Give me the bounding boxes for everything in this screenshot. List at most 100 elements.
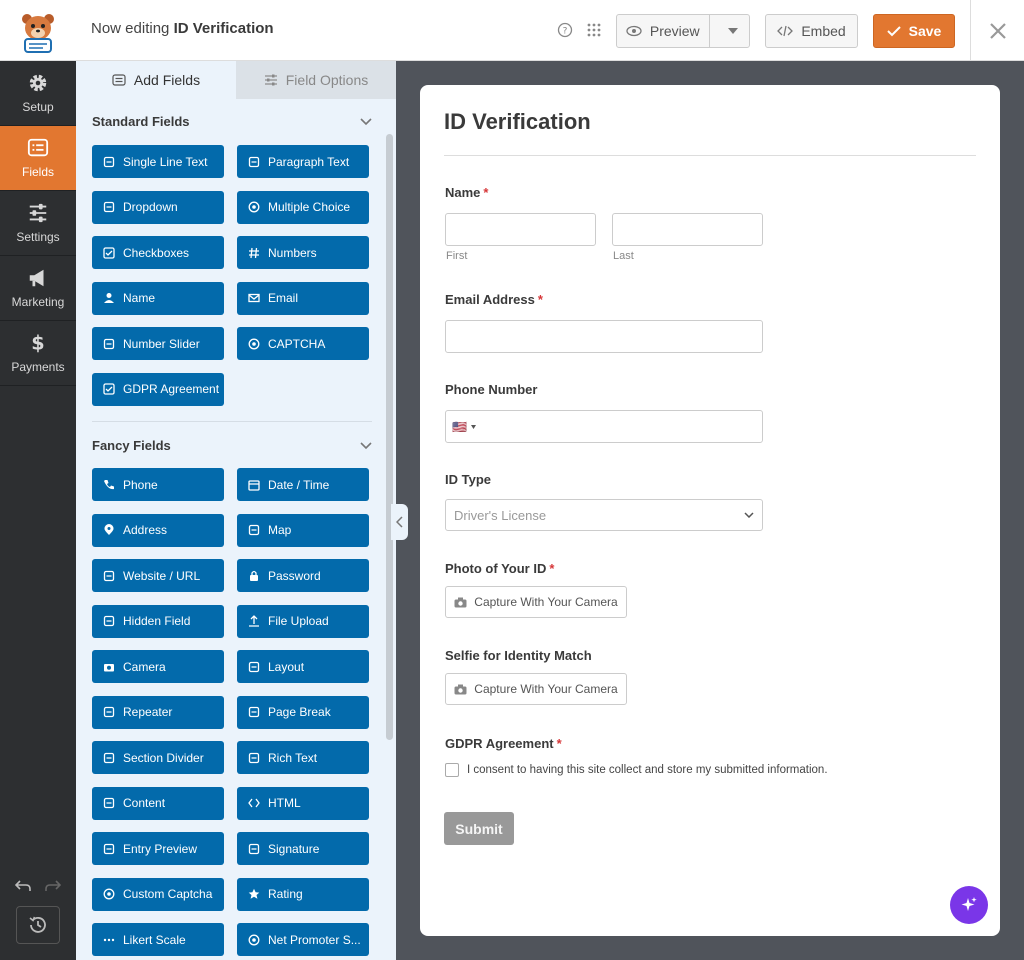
field-button-file-upload[interactable]: File Upload [237,604,369,638]
field-button-single-line-text[interactable]: Single Line Text [92,145,224,178]
field-button-number-slider[interactable]: Number Slider [92,327,224,360]
field-button-entry-preview[interactable]: Entry Preview [92,832,224,865]
photo-field-label[interactable]: Photo of Your ID * [445,561,554,576]
field-button-label: Paragraph Text [268,154,350,169]
phone-icon [104,479,114,489]
nav-marketing[interactable]: Marketing [0,256,76,321]
sliders-icon [103,338,115,349]
field-button-dropdown[interactable]: Dropdown [92,190,224,224]
submit-button[interactable]: Submit [444,812,514,845]
field-button-rating[interactable]: Rating [237,877,369,911]
selfie-label-text: Selfie for Identity Match [445,648,592,663]
preview-button[interactable]: Preview [616,14,750,48]
photo-capture-button[interactable]: Capture With Your Camera [445,586,627,618]
nav-setup[interactable]: Setup [0,61,76,126]
tab-field-options[interactable]: Field Options [236,61,396,99]
first-name-input[interactable] [445,213,596,246]
idtype-field-label[interactable]: ID Type [445,472,491,487]
field-button-website-url[interactable]: Website / URL [92,559,224,592]
ai-assistant-button[interactable] [950,886,988,924]
us-flag-icon[interactable]: 🇺🇸 [452,420,467,434]
save-button[interactable]: Save [873,14,955,48]
nav-settings[interactable]: Settings [0,191,76,256]
preview-main[interactable]: Preview [617,15,710,47]
selfie-field-label[interactable]: Selfie for Identity Match [445,648,592,663]
field-button-address[interactable]: Address [92,513,224,547]
field-button-content[interactable]: Content [92,786,224,820]
redo-icon[interactable] [45,879,61,893]
field-button-date-time[interactable]: Date / Time [237,468,369,501]
idtype-selected-value: Driver's License [454,507,547,523]
file-text-icon [103,843,115,854]
eye-slash-icon [103,615,115,627]
close-button[interactable] [970,0,1024,61]
phone-field-label[interactable]: Phone Number [445,382,537,397]
bear-logo-icon [22,13,54,53]
field-button-map[interactable]: Map [237,513,369,547]
field-button-multiple-choice[interactable]: Multiple Choice [237,190,369,224]
phone-input[interactable]: 🇺🇸 [445,410,763,443]
field-button-captcha[interactable]: CAPTCHA [237,327,369,360]
map-pin-icon [104,524,114,535]
gdpr-consent-row[interactable]: I consent to having this site collect an… [445,763,828,777]
field-button-phone[interactable]: Phone [92,468,224,501]
idtype-select[interactable]: Driver's License [445,499,763,531]
field-button-layout[interactable]: Layout [237,650,369,683]
grid-dots-icon[interactable] [586,22,602,38]
chevron-down-icon [360,441,372,449]
fancy-fields-header[interactable]: Fancy Fields [92,438,372,453]
help-icon[interactable]: ? [557,22,573,38]
field-button-email[interactable]: Email [237,281,369,315]
field-button-camera[interactable]: Camera [92,650,224,683]
nav-fields[interactable]: Fields [0,126,76,191]
revisions-button[interactable] [16,906,60,944]
file-image-icon [103,797,115,809]
standard-fields-header[interactable]: Standard Fields [92,114,372,129]
tab-add-fields[interactable]: Add Fields [76,61,236,99]
history-icon [29,916,46,933]
field-button-rich-text[interactable]: Rich Text [237,741,369,774]
field-button-label: Date / Time [268,477,330,492]
gdpr-checkbox[interactable] [445,763,459,777]
panel-scrollbar[interactable] [386,134,393,740]
field-button-password[interactable]: Password [237,559,369,592]
field-button-numbers[interactable]: Numbers [237,236,369,269]
edit-icon [248,752,260,763]
field-button-name[interactable]: Name [92,281,224,315]
selfie-capture-button[interactable]: Capture With Your Camera [445,673,627,705]
field-button-repeater[interactable]: Repeater [92,695,224,729]
hash-icon [249,247,259,258]
field-button-signature[interactable]: Signature [237,832,369,865]
preview-dropdown[interactable] [718,15,749,47]
divider-icon [103,752,115,763]
embed-button[interactable]: Embed [765,14,858,48]
email-input[interactable] [445,320,763,353]
nav-payments[interactable]: $ Payments [0,321,76,386]
collapse-panel-toggle[interactable] [391,504,408,540]
wpforms-logo[interactable] [0,0,76,61]
field-button-custom-captcha[interactable]: Custom Captcha [92,877,224,911]
field-button-html[interactable]: HTML [237,786,369,820]
field-button-label: Repeater [123,705,173,719]
field-button-hidden-field[interactable]: Hidden Field [92,604,224,638]
gauge-icon [248,934,260,945]
last-name-input[interactable] [612,213,763,246]
email-field-label[interactable]: Email Address * [445,292,543,307]
name-field-label[interactable]: Name * [445,185,488,200]
field-button-label: GDPR Agreement [123,382,220,396]
gdpr-field-label[interactable]: GDPR Agreement * [445,736,562,751]
field-button-checkboxes[interactable]: Checkboxes [92,236,224,269]
undo-icon[interactable] [15,879,31,893]
field-button-gdpr-agreement[interactable]: GDPR Agreement [92,372,224,406]
field-button-paragraph-text[interactable]: Paragraph Text [237,145,369,178]
field-button-section-divider[interactable]: Section Divider [92,741,224,774]
editing-title: Now editing ID Verification [91,20,274,37]
field-button-net-promoter-s[interactable]: Net Promoter S... [237,923,369,956]
tab-add-label: Add Fields [133,72,201,88]
question-circle-icon [103,888,115,900]
photo-label-text: Photo of Your ID [445,561,547,576]
field-button-likert-scale[interactable]: Likert Scale [92,923,224,956]
pen-icon [248,843,260,854]
field-button-label: HTML [268,796,301,810]
field-button-page-break[interactable]: Page Break [237,695,369,729]
